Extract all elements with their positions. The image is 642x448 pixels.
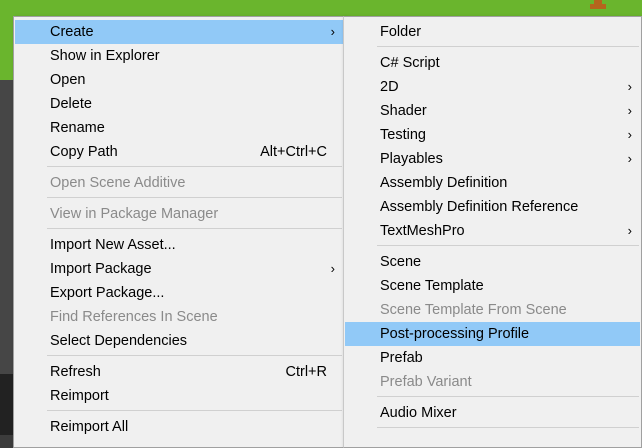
menu-item-label: Scene (380, 254, 422, 270)
submenu-arrow-icon: › (330, 261, 335, 276)
menu-item-shader[interactable]: Shader › (345, 99, 640, 123)
menu-item-open[interactable]: Open (15, 68, 343, 92)
menu-item-reimport[interactable]: Reimport (15, 384, 343, 408)
submenu-arrow-icon: › (627, 223, 632, 238)
menu-item-assembly-definition-reference[interactable]: Assembly Definition Reference (345, 195, 640, 219)
menu-item-export-package[interactable]: Export Package... (15, 281, 343, 305)
menu-item-open-scene-additive[interactable]: Open Scene Additive (15, 171, 343, 195)
menu-item-prefab-variant[interactable]: Prefab Variant (345, 370, 640, 394)
menu-item-folder[interactable]: Folder (345, 20, 640, 44)
menu-item-label: Scene Template From Scene (380, 302, 567, 318)
menu-separator (47, 166, 342, 167)
menu-item-label: Copy Path (50, 144, 118, 160)
menu-item-label: Audio Mixer (380, 405, 457, 421)
menu-item-find-references-in-scene[interactable]: Find References In Scene (15, 305, 343, 329)
menu-item-select-dependencies[interactable]: Select Dependencies (15, 329, 343, 353)
menu-item-label: Find References In Scene (50, 309, 218, 325)
menu-item-delete[interactable]: Delete (15, 92, 343, 116)
menu-item-view-in-package-manager[interactable]: View in Package Manager (15, 202, 343, 226)
menu-item-label: Shader (380, 103, 427, 119)
menu-item-scene-template[interactable]: Scene Template (345, 274, 640, 298)
menu-item-label: TextMeshPro (380, 223, 465, 239)
menu-item-label: Playables (380, 151, 443, 167)
menu-item-scene-template-from-scene[interactable]: Scene Template From Scene (345, 298, 640, 322)
menu-item-label: Reimport All (50, 419, 129, 435)
menu-item-label: Open Scene Additive (50, 175, 186, 191)
menu-item-label: Folder (380, 24, 422, 40)
menu-item-label: C# Script (380, 55, 440, 71)
menu-item-copy-path[interactable]: Copy Path Alt+Ctrl+C (15, 140, 343, 164)
menu-item-label: Assembly Definition (380, 175, 508, 191)
submenu-arrow-icon: › (627, 127, 632, 142)
menu-item-textmeshpro[interactable]: TextMeshPro › (345, 219, 640, 243)
menu-item-scene[interactable]: Scene (345, 250, 640, 274)
menu-item-label: View in Package Manager (50, 206, 219, 222)
menu-item-refresh[interactable]: Refresh Ctrl+R (15, 360, 343, 384)
menu-item-label: Rename (50, 120, 105, 136)
menu-item-label: Prefab (380, 350, 423, 366)
menu-item-label: Testing (380, 127, 426, 143)
menu-separator (377, 245, 639, 246)
menu-item-playables[interactable]: Playables › (345, 147, 640, 171)
menu-item-import-package[interactable]: Import Package › (15, 257, 343, 281)
menu-item-label: Refresh (50, 364, 101, 380)
menu-item-label: Scene Template (380, 278, 484, 294)
menu-separator (377, 396, 639, 397)
menu-separator (47, 228, 342, 229)
menu-separator (377, 427, 639, 428)
submenu-arrow-icon: › (627, 103, 632, 118)
pixel-character-icon (588, 0, 608, 9)
menu-item-show-in-explorer[interactable]: Show in Explorer (15, 44, 343, 68)
menu-item-2d[interactable]: 2D › (345, 75, 640, 99)
menu-item-assembly-definition[interactable]: Assembly Definition (345, 171, 640, 195)
menu-item-post-processing-profile[interactable]: Post-processing Profile (345, 322, 640, 346)
menu-item-label: Show in Explorer (50, 48, 160, 64)
menu-item-audio-mixer[interactable]: Audio Mixer (345, 401, 640, 425)
create-submenu: Folder C# Script 2D › Shader › Testing ›… (343, 16, 642, 448)
menu-item-label: Post-processing Profile (380, 326, 530, 342)
submenu-arrow-icon: › (627, 151, 632, 166)
menu-item-label: Import New Asset... (50, 237, 176, 253)
menu-separator (377, 46, 639, 47)
menu-separator (47, 197, 342, 198)
menu-item-create[interactable]: Create › (15, 20, 343, 44)
context-menu: Create › Show in Explorer Open Delete Re… (13, 16, 345, 448)
menu-item-label: Open (50, 72, 86, 88)
shortcut-label: Ctrl+R (285, 364, 328, 380)
menu-item-csharp-script[interactable]: C# Script (345, 51, 640, 75)
menu-separator (47, 410, 342, 411)
menu-item-label: Prefab Variant (380, 374, 472, 390)
menu-item-testing[interactable]: Testing › (345, 123, 640, 147)
menu-item-rename[interactable]: Rename (15, 116, 343, 140)
menu-separator (47, 355, 342, 356)
menu-item-reimport-all[interactable]: Reimport All (15, 415, 343, 439)
project-panel-edge-lower (0, 374, 14, 435)
menu-item-prefab[interactable]: Prefab (345, 346, 640, 370)
menu-item-label: Reimport (50, 388, 109, 404)
menu-item-label: Delete (50, 96, 92, 112)
menu-item-label: Import Package (50, 261, 152, 277)
menu-item-label: Select Dependencies (50, 333, 188, 349)
submenu-arrow-icon: › (330, 24, 335, 39)
menu-item-label: Assembly Definition Reference (380, 199, 579, 215)
submenu-arrow-icon: › (627, 79, 632, 94)
menu-item-label: Create (50, 24, 94, 40)
menu-item-label: 2D (380, 79, 399, 95)
shortcut-label: Alt+Ctrl+C (260, 144, 327, 160)
menu-item-import-new-asset[interactable]: Import New Asset... (15, 233, 343, 257)
menu-item-label: Export Package... (50, 285, 165, 301)
